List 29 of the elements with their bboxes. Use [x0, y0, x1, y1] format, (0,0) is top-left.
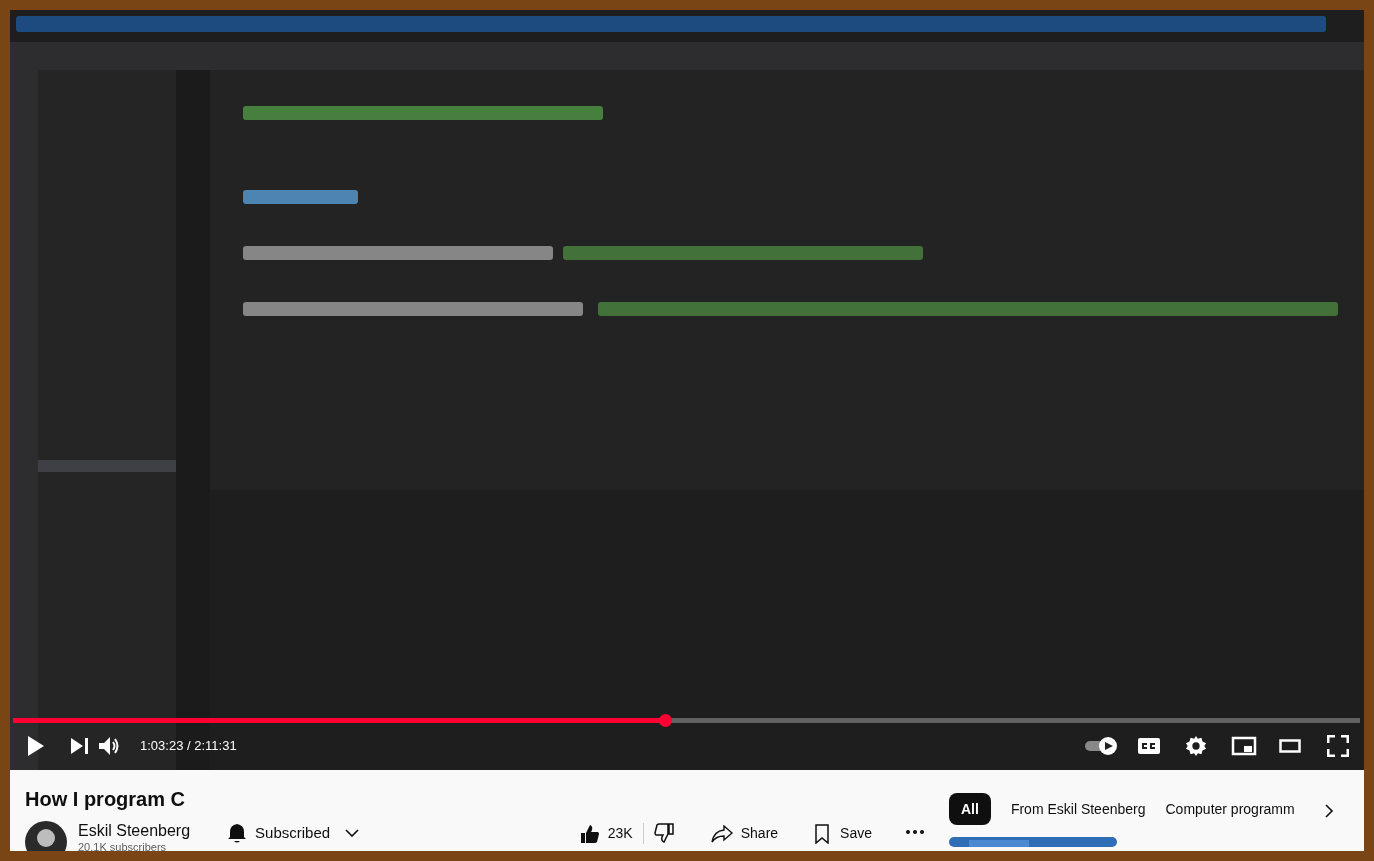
bell-icon — [226, 822, 249, 845]
chevron-right-icon[interactable] — [1325, 804, 1334, 818]
fullscreen-icon[interactable] — [1327, 735, 1349, 757]
save-button[interactable]: Save — [814, 823, 872, 844]
share-button[interactable]: Share — [710, 823, 779, 844]
like-button[interactable]: 23K — [579, 823, 644, 844]
chip[interactable]: Computer programm — [1165, 793, 1295, 825]
channel-name[interactable]: Eskil Steenberg — [78, 821, 191, 841]
thumbs-down-icon[interactable] — [653, 823, 674, 843]
settings-icon[interactable] — [1185, 735, 1207, 757]
miniplayer-icon[interactable] — [1231, 736, 1257, 756]
share-arrow-icon — [710, 824, 733, 843]
video-title: How I program C — [25, 787, 186, 811]
subscribed-button[interactable]: Subscribed — [226, 822, 360, 845]
time-display: 1:03:23 / 2:11:31 — [140, 737, 237, 756]
next-icon[interactable] — [70, 737, 90, 755]
channel-avatar[interactable] — [25, 821, 67, 851]
thumbs-up-icon — [579, 823, 600, 844]
bookmark-icon — [814, 823, 831, 844]
autoplay-toggle[interactable] — [1083, 736, 1119, 756]
volume-icon[interactable] — [98, 736, 120, 756]
chip[interactable]: From Eskil Steenberg — [1010, 793, 1146, 825]
captions-icon[interactable] — [1137, 737, 1161, 755]
more-icon[interactable] — [906, 830, 924, 834]
chip[interactable]: All — [949, 793, 991, 825]
theater-icon[interactable] — [1279, 739, 1301, 753]
play-icon[interactable] — [26, 735, 46, 757]
chevron-down-icon — [345, 829, 360, 838]
subscriber-count: 20.1K subscribers — [78, 841, 168, 851]
